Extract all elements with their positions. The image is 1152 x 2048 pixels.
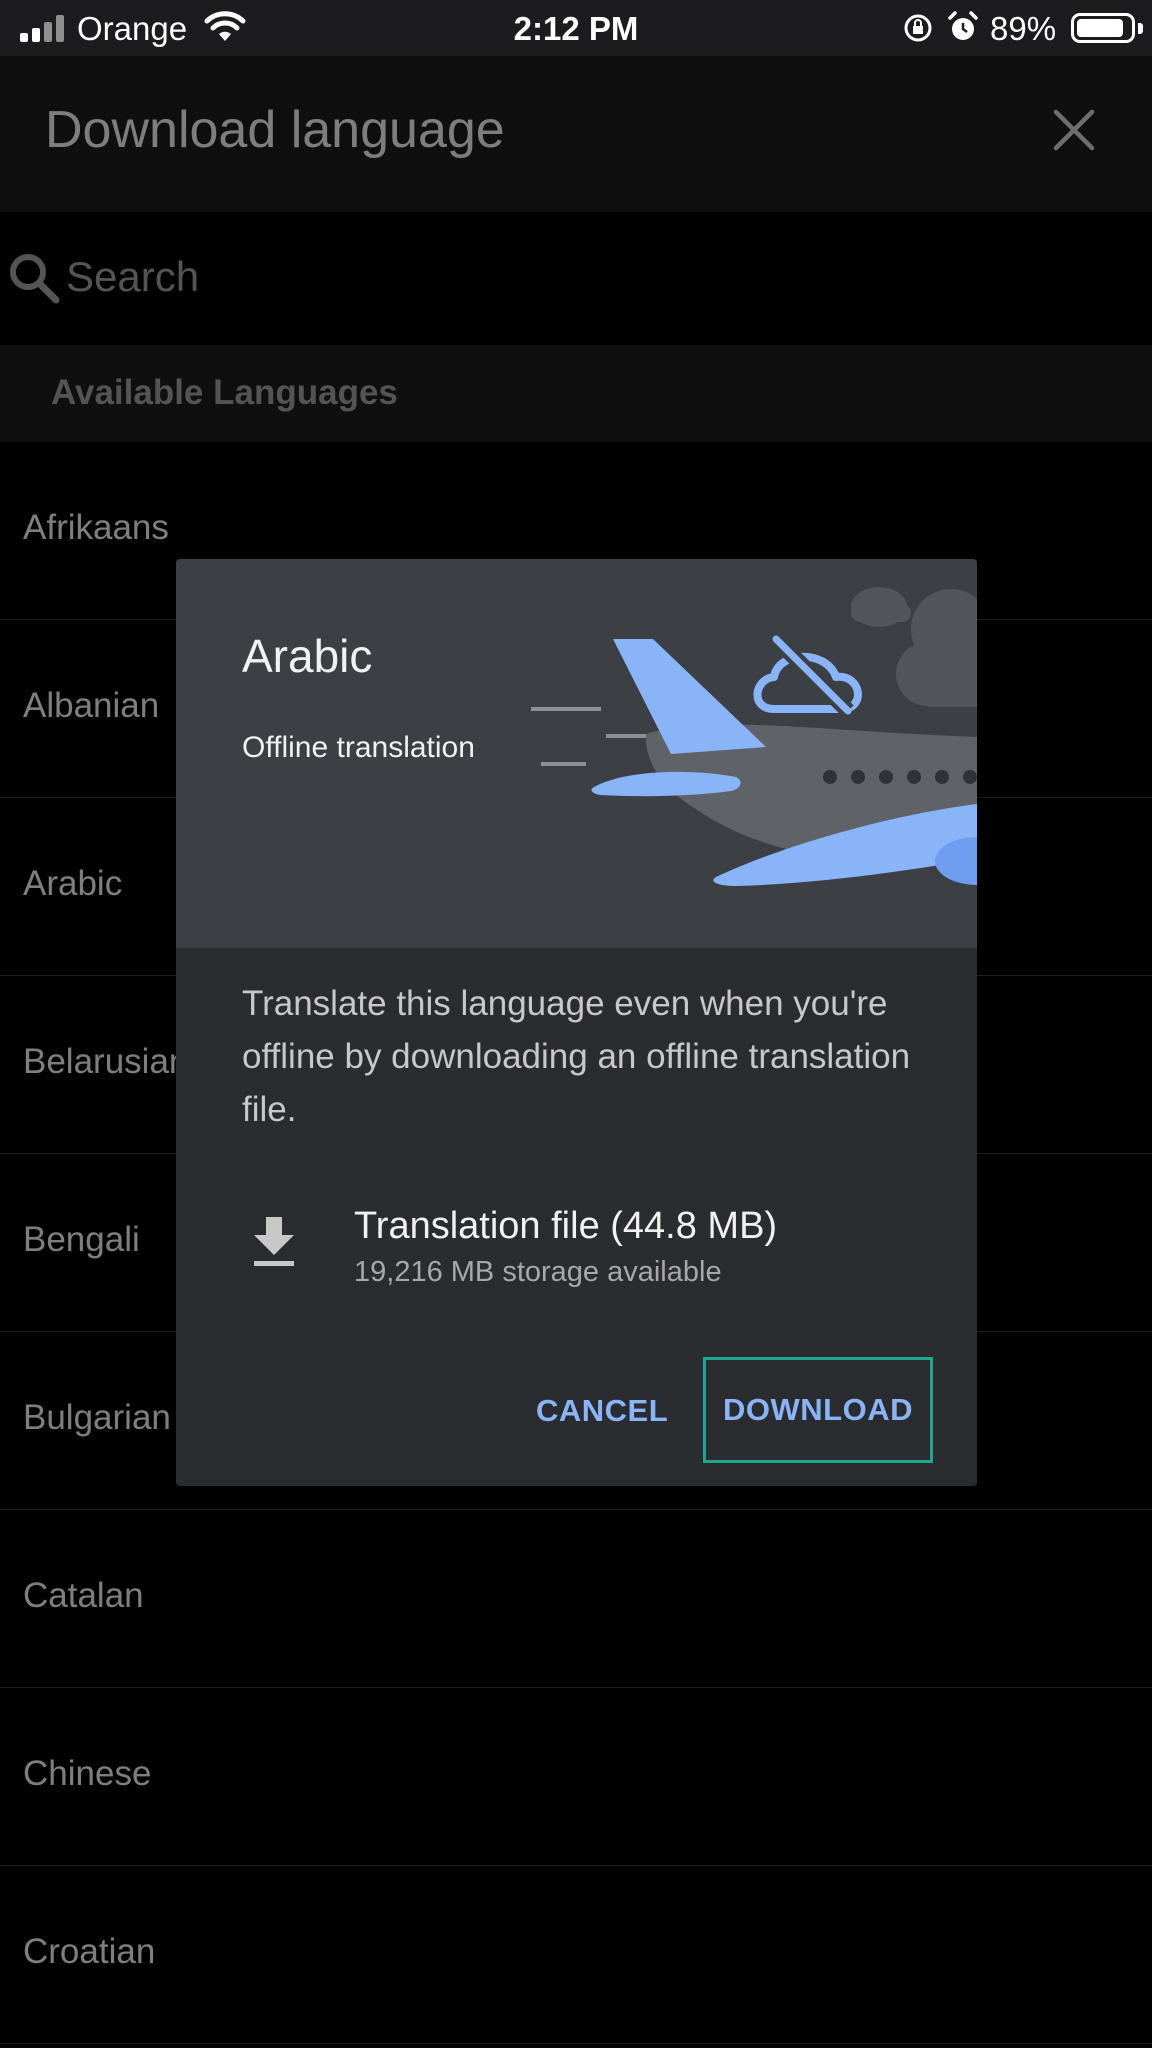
status-bar: Orange 2:12 PM 89% bbox=[0, 0, 1152, 56]
battery-level bbox=[1077, 19, 1123, 37]
dialog-language-title: Arabic bbox=[242, 630, 373, 682]
storage-available: 19,216 MB storage available bbox=[354, 1256, 722, 1288]
battery-tip bbox=[1138, 23, 1143, 34]
alarm-icon bbox=[948, 11, 978, 40]
translation-file-title: Translation file (44.8 MB) bbox=[354, 1205, 778, 1247]
battery-percentage: 89% bbox=[990, 10, 1057, 47]
download-icon bbox=[254, 1217, 294, 1266]
cancel-button[interactable]: CANCEL bbox=[514, 1357, 690, 1465]
orientation-lock-icon bbox=[904, 14, 932, 42]
download-dialog: Arabic Offline translation Translate thi… bbox=[176, 559, 977, 1486]
dialog-subtitle: Offline translation bbox=[242, 731, 475, 764]
battery-icon bbox=[1071, 13, 1135, 43]
dialog-description: Translate this language even when you're… bbox=[242, 984, 911, 1129]
dialog-hero: Arabic Offline translation bbox=[176, 559, 977, 948]
download-button[interactable]: DOWNLOAD bbox=[703, 1357, 933, 1463]
